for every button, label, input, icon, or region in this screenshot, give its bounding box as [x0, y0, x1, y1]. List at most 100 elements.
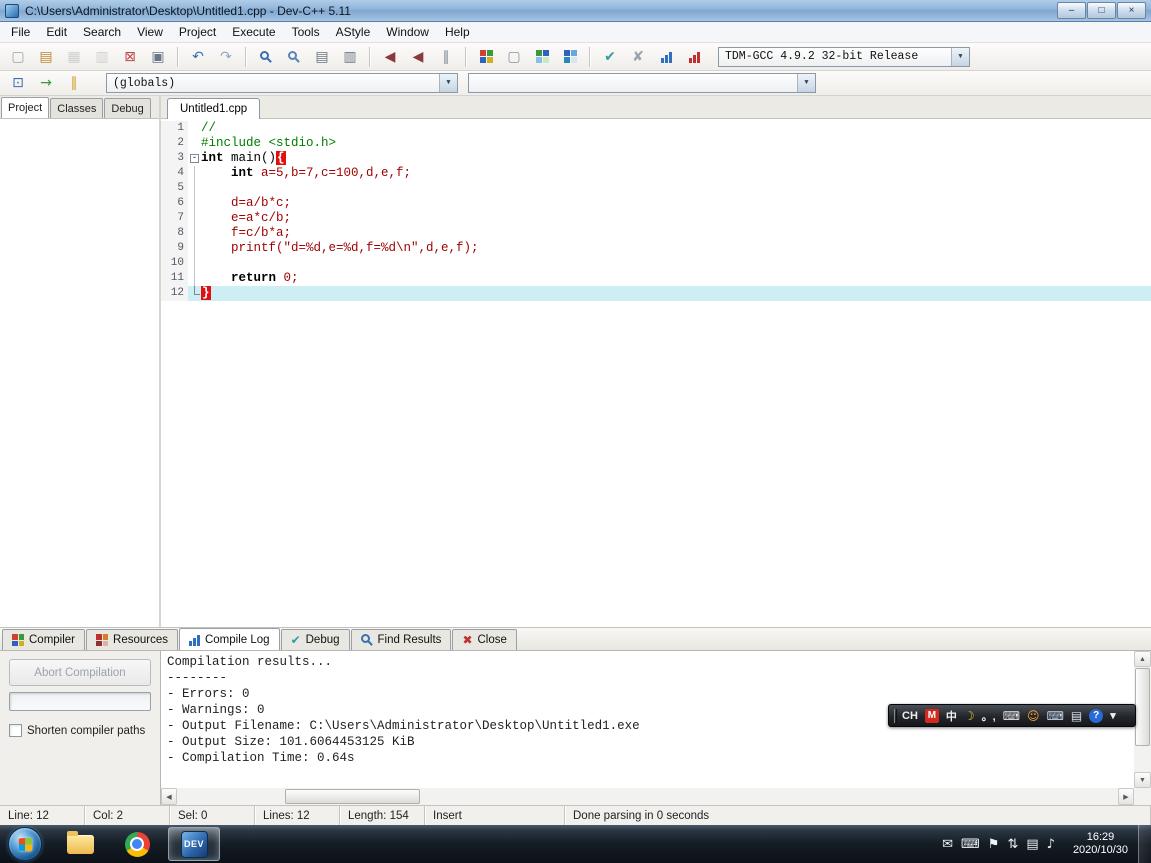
menu-execute[interactable]: Execute [224, 23, 283, 41]
code-line[interactable]: 2 #include <stdio.h> [161, 136, 1151, 151]
print-button[interactable]: ▣ [144, 45, 172, 68]
minimize-button[interactable]: – [1057, 2, 1086, 19]
clean-button[interactable]: ✘ [624, 45, 652, 68]
vertical-scrollbar[interactable]: ▲ ▼ [1134, 651, 1151, 788]
code-line[interactable]: 3- int main(){ [161, 151, 1151, 166]
punctuation-button[interactable]: 。, [982, 708, 996, 724]
syntax-check-button[interactable]: ✔ [596, 45, 624, 68]
pause-execution-button[interactable]: ∥ [60, 72, 88, 95]
flag-icon[interactable]: ⚑ [988, 838, 1000, 851]
code-line[interactable]: 9 printf("d=%d,e=%d,f=%d\n",d,e,f); [161, 241, 1151, 256]
keyboard-layout-icon[interactable]: ⌨ [1047, 710, 1064, 722]
scrollbar-track[interactable] [177, 788, 285, 805]
forward-button[interactable]: ◀ [404, 45, 432, 68]
taskbar-chrome-button[interactable] [111, 827, 163, 861]
chinese-mode-button[interactable]: 中 [946, 708, 957, 724]
editor-tab-untitled1[interactable]: Untitled1.cpp [167, 98, 261, 119]
goto-line-button[interactable]: ▥ [336, 45, 364, 68]
code-line[interactable]: 10 [161, 256, 1151, 271]
pause-button[interactable]: ∥ [432, 45, 460, 68]
run-button[interactable]: ▢ [500, 45, 528, 68]
menu-window[interactable]: Window [378, 23, 437, 41]
menu-help[interactable]: Help [437, 23, 478, 41]
compile-button[interactable] [472, 45, 500, 68]
find-next-button[interactable]: ▤ [308, 45, 336, 68]
find-button[interactable] [252, 45, 280, 68]
menu-file[interactable]: File [3, 23, 38, 41]
bottom-tab-find-results[interactable]: Find Results [350, 629, 452, 650]
redo-button[interactable]: ↷ [212, 45, 240, 68]
scroll-right-button[interactable]: ▶ [1118, 788, 1134, 805]
menu-edit[interactable]: Edit [38, 23, 75, 41]
globals-select[interactable]: (globals) ▼ [106, 73, 458, 93]
input-language-button[interactable]: CH [902, 710, 918, 722]
left-tab-classes[interactable]: Classes [50, 98, 104, 118]
menu-view[interactable]: View [129, 23, 171, 41]
code-line[interactable]: 6 d=a/b*c; [161, 196, 1151, 211]
project-tree[interactable] [0, 119, 159, 627]
input-method-icon[interactable]: ⌨ [961, 838, 980, 851]
bottom-tab-debug[interactable]: ✔ Debug [280, 629, 350, 650]
chevron-down-icon[interactable]: ▼ [797, 74, 815, 92]
left-tab-project[interactable]: Project [1, 97, 50, 118]
chevron-down-icon[interactable]: ▼ [951, 47, 969, 66]
scroll-down-button[interactable]: ▼ [1134, 772, 1151, 788]
rebuild-all-button[interactable] [556, 45, 584, 68]
maximize-button[interactable]: □ [1087, 2, 1116, 19]
scroll-up-button[interactable]: ▲ [1134, 651, 1151, 667]
code-line[interactable]: 8 f=c/b*a; [161, 226, 1151, 241]
close-file-button[interactable]: ⊠ [116, 45, 144, 68]
taskbar-explorer-button[interactable] [54, 827, 106, 861]
bottom-tab-resources[interactable]: Resources [86, 629, 178, 650]
code-line[interactable]: 7 e=a*c/b; [161, 211, 1151, 226]
show-desktop-button[interactable] [1138, 825, 1151, 863]
left-tab-debug[interactable]: Debug [104, 98, 151, 118]
menu-search[interactable]: Search [75, 23, 129, 41]
vertical-scrollbar-thumb[interactable] [1135, 668, 1150, 746]
scrollbar-track[interactable] [420, 788, 1118, 805]
mail-icon[interactable]: ✉ [942, 838, 953, 851]
bottom-tab-compile-log[interactable]: Compile Log [178, 628, 280, 650]
taskbar-clock[interactable]: 16:29 2020/10/30 [1063, 831, 1138, 857]
scrollbar-track[interactable] [1134, 747, 1151, 772]
ime-brand-button[interactable]: M [924, 708, 939, 723]
close-button[interactable]: × [1117, 2, 1146, 19]
full-half-moon-icon[interactable]: ☽ [964, 710, 975, 722]
code-line[interactable]: 12} [161, 286, 1151, 301]
back-button[interactable]: ◀ [376, 45, 404, 68]
menu-project[interactable]: Project [171, 23, 224, 41]
taskbar-devcpp-button[interactable]: DEV [168, 827, 220, 861]
compile-run-button[interactable] [528, 45, 556, 68]
undo-button[interactable]: ↶ [184, 45, 212, 68]
shorten-paths-checkbox[interactable] [9, 724, 22, 737]
fold-collapse-icon[interactable]: - [190, 154, 199, 163]
compiler-select[interactable]: TDM-GCC 4.9.2 32-bit Release ▼ [718, 46, 970, 67]
menu-tools[interactable]: Tools [284, 23, 328, 41]
delete-profiling-button[interactable] [680, 45, 708, 68]
code-line[interactable]: 1 // [161, 121, 1151, 136]
code-line[interactable]: 11 return 0; [161, 271, 1151, 286]
horizontal-scrollbar[interactable]: ◀ ▶ [161, 788, 1134, 805]
new-file-button[interactable]: ▢ [4, 45, 32, 68]
code-line[interactable]: 4 int a=5,b=7,c=100,d,e,f; [161, 166, 1151, 181]
network-icon[interactable]: ⇅ [1007, 838, 1018, 851]
save-button[interactable]: ▦ [60, 45, 88, 68]
options-arrow-button[interactable]: ▾ [1110, 709, 1116, 722]
open-file-button[interactable]: ▤ [32, 45, 60, 68]
add-to-project-button[interactable]: → [32, 72, 60, 95]
bottom-tab-close[interactable]: ✖ Close [452, 629, 517, 650]
horizontal-scrollbar-thumb[interactable] [285, 789, 420, 804]
chevron-down-icon[interactable]: ▼ [439, 74, 457, 92]
word-pad-icon[interactable]: ▤ [1071, 710, 1082, 722]
emoticon-icon[interactable]: ☺ [1027, 710, 1040, 722]
volume-icon[interactable]: ♪ [1047, 838, 1055, 851]
bottom-tab-compiler[interactable]: Compiler [2, 629, 86, 650]
scroll-left-button[interactable]: ◀ [161, 788, 177, 805]
abort-compilation-button[interactable]: Abort Compilation [9, 659, 151, 686]
start-button[interactable] [8, 827, 42, 861]
drag-handle[interactable] [894, 708, 897, 723]
menu-astyle[interactable]: AStyle [328, 23, 379, 41]
save-all-button[interactable]: ▥ [88, 45, 116, 68]
soft-keyboard-icon[interactable]: ⌨ [1003, 710, 1020, 722]
code-line[interactable]: 5 [161, 181, 1151, 196]
